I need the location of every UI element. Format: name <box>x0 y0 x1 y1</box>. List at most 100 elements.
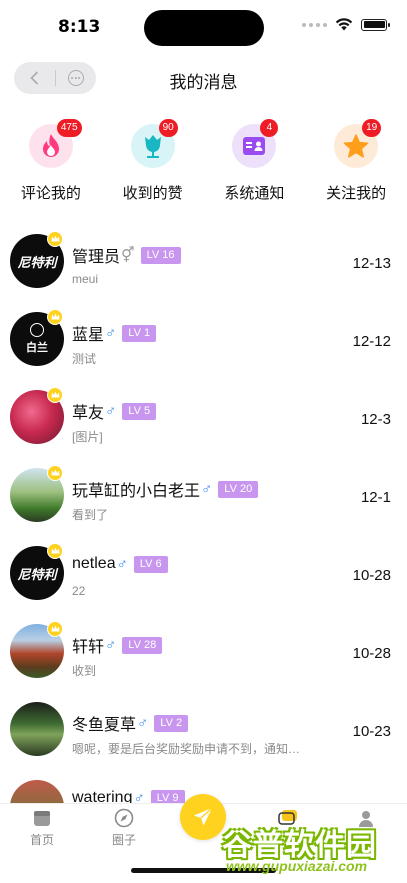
avatar[interactable]: 尼特利 <box>10 543 64 600</box>
category-icon-wrap: 4 <box>232 119 279 168</box>
message-categories: 475 评论我的 90 收到的赞 4 系统通知 19 关注我的 <box>0 119 407 214</box>
category-icon-wrap: 475 <box>28 119 82 168</box>
crown-icon <box>47 543 63 559</box>
user-name: 轩轩 <box>72 639 105 656</box>
level-badge: LV 2 <box>154 714 189 732</box>
publish-button[interactable] <box>180 794 226 840</box>
site-watermark: 谷普软件园 www.gupuxiazai.com <box>222 820 404 880</box>
home-icon <box>34 811 50 826</box>
message-date: 12-13 <box>352 255 391 272</box>
category-follows[interactable]: 19 关注我的 <box>305 119 407 214</box>
avatar[interactable] <box>10 387 64 444</box>
message-date: 10-23 <box>352 723 391 740</box>
category-label: 关注我的 <box>326 185 387 202</box>
category-icon-wrap: 19 <box>334 119 382 168</box>
tab-circle[interactable]: 圈子 <box>94 808 154 848</box>
message-date: 12-1 <box>360 489 391 506</box>
user-name: 草友 <box>72 405 105 422</box>
nav-bar: 我的消息 <box>0 58 407 98</box>
message-preview: 测试 <box>72 352 97 366</box>
gender-icon: ♂ <box>137 714 149 732</box>
tab-label: 首页 <box>29 833 54 847</box>
message-preview: [图片] <box>72 430 103 444</box>
page-title: 我的消息 <box>169 73 238 92</box>
gender-icon: ♂ <box>105 402 117 420</box>
level-badge: LV 20 <box>218 480 259 498</box>
category-likes[interactable]: 90 收到的赞 <box>102 119 204 214</box>
aquascape-photo-avatar <box>10 702 64 756</box>
message-preview: 22 <box>72 584 86 598</box>
message-preview: meui <box>72 272 99 286</box>
name-line: 玩草缸的小白老王 ♂ LV 20 <box>72 477 259 501</box>
status-bar: 8:13 <box>0 0 407 54</box>
level-badge: LV 28 <box>122 636 163 654</box>
level-badge: LV 16 <box>140 246 181 264</box>
category-label: 系统通知 <box>224 185 285 202</box>
send-icon <box>194 807 213 826</box>
watermark-url: www.gupuxiazai.com <box>226 858 368 874</box>
id-card-icon <box>243 137 266 155</box>
message-date: 10-28 <box>352 567 391 584</box>
name-line: 蓝星 ♂ LV 1 <box>72 321 157 345</box>
tab-home[interactable]: 首页 <box>12 808 72 848</box>
level-badge: LV 1 <box>122 324 157 342</box>
dynamic-island <box>144 10 264 46</box>
message-row[interactable]: 草友 ♂ LV 5 [图片] 12-3 <box>0 380 407 458</box>
message-row[interactable]: 白兰 蓝星 ♂ LV 1 测试 12-12 <box>0 302 407 380</box>
crown-icon <box>47 387 63 403</box>
message-date: 12-3 <box>360 411 391 428</box>
message-date: 12-12 <box>352 333 391 350</box>
tulip-icon <box>144 135 161 158</box>
fire-icon <box>42 134 59 157</box>
brand-logo-text: 尼特利 <box>17 254 57 270</box>
category-label: 评论我的 <box>20 185 81 202</box>
category-badge: 19 <box>362 119 382 137</box>
avatar[interactable] <box>10 702 64 756</box>
compass-icon <box>114 808 134 828</box>
message-row[interactable]: 尼特利 netlea ♂ LV 6 22 10-28 <box>0 536 407 614</box>
gender-icon: ♂ <box>105 636 117 654</box>
message-row[interactable]: 冬鱼夏草 ♂ LV 2 嗯呢，要是后台奖励奖励申请不到，通知… 10-23 <box>0 692 407 770</box>
name-line: netlea ♂ LV 6 <box>72 555 168 573</box>
crown-icon <box>47 309 63 325</box>
category-system[interactable]: 4 系统通知 <box>204 119 306 214</box>
battery-icon <box>361 18 390 31</box>
gender-icon: ⚥ <box>121 247 135 264</box>
category-badge: 4 <box>260 119 279 137</box>
status-time: 8:13 <box>58 17 101 37</box>
brand-logo-text: 白兰 <box>26 342 48 354</box>
brand-logo-text: 尼特利 <box>17 566 57 582</box>
message-row[interactable]: 尼特利 管理员 ⚥ LV 16 meui 12-13 <box>0 224 407 302</box>
user-name: 蓝星 <box>72 327 105 344</box>
flower-logo-icon <box>30 323 44 337</box>
category-icon-wrap: 90 <box>130 119 178 168</box>
level-badge: LV 5 <box>122 402 157 420</box>
category-comments[interactable]: 475 评论我的 <box>0 119 102 214</box>
signal-dots-icon <box>302 22 327 27</box>
message-preview: 收到 <box>72 664 97 678</box>
star-icon <box>343 133 369 158</box>
name-line: 草友 ♂ LV 5 <box>72 399 157 423</box>
crown-icon <box>47 621 63 637</box>
avatar[interactable] <box>10 465 64 522</box>
gender-icon: ♂ <box>116 555 128 573</box>
message-row[interactable]: 玩草缸的小白老王 ♂ LV 20 看到了 12-1 <box>0 458 407 536</box>
avatar[interactable]: 尼特利 <box>10 231 64 288</box>
avatar[interactable] <box>10 621 64 678</box>
tab-label: 圈子 <box>111 833 136 847</box>
name-line: 冬鱼夏草 ♂ LV 2 <box>72 711 189 735</box>
name-line: 轩轩 ♂ LV 28 <box>72 633 163 657</box>
message-list: 尼特利 管理员 ⚥ LV 16 meui 12-13 白兰 蓝星 ♂ LV 1 … <box>0 224 407 848</box>
crown-icon <box>47 231 63 247</box>
avatar[interactable]: 白兰 <box>10 309 64 366</box>
wifi-icon <box>335 18 353 31</box>
message-row[interactable]: 轩轩 ♂ LV 28 收到 10-28 <box>0 614 407 692</box>
crown-icon <box>47 465 63 481</box>
category-badge: 475 <box>56 119 82 137</box>
message-date: 10-28 <box>352 645 391 662</box>
level-badge: LV 6 <box>133 555 168 573</box>
user-name: 玩草缸的小白老王 <box>72 483 201 500</box>
status-icons <box>302 18 390 31</box>
category-badge: 90 <box>158 119 178 137</box>
gender-icon: ♂ <box>201 480 213 498</box>
